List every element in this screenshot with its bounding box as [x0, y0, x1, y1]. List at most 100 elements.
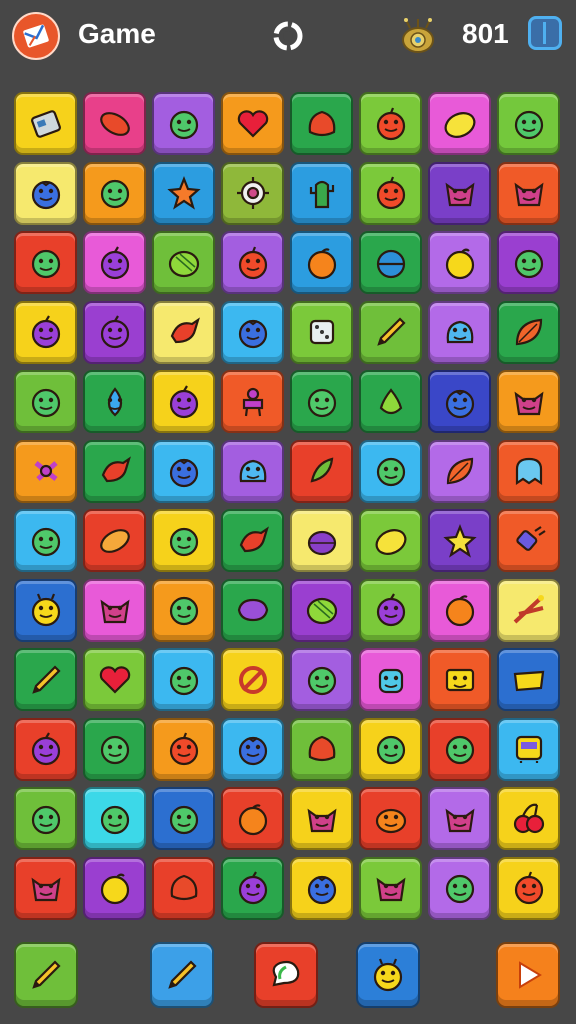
game-tile-r2-c5[interactable]: [359, 231, 422, 294]
game-tile-r9-c4[interactable]: [290, 717, 353, 781]
game-tile-r10-c1[interactable]: [83, 787, 146, 850]
game-tile-r10-c2[interactable]: [152, 787, 215, 850]
game-tile-r0-c1[interactable]: [83, 92, 146, 155]
game-tile-r9-c1[interactable]: [83, 717, 146, 781]
game-tile-r6-c2[interactable]: [152, 509, 215, 572]
game-tile-r11-c5[interactable]: [359, 856, 422, 920]
panel-toggle-button[interactable]: [528, 16, 562, 50]
game-tile-r3-c3[interactable]: [221, 300, 284, 364]
game-tile-r9-c3[interactable]: [221, 717, 284, 781]
game-tile-r4-c3[interactable]: [221, 370, 284, 433]
game-tile-r7-c3[interactable]: [221, 578, 284, 642]
game-tile-r11-c6[interactable]: [428, 856, 491, 920]
game-tile-r5-c1[interactable]: [83, 439, 146, 503]
refresh-icon[interactable]: [268, 16, 308, 56]
hint-button[interactable]: [356, 942, 420, 1008]
game-tile-r5-c2[interactable]: [152, 439, 215, 503]
game-tile-r1-c7[interactable]: [497, 161, 560, 225]
game-tile-r6-c0[interactable]: [14, 509, 77, 572]
game-tile-r6-c7[interactable]: [497, 509, 560, 572]
game-tile-r0-c2[interactable]: [152, 92, 215, 155]
game-tile-r10-c7[interactable]: [497, 787, 560, 850]
game-tile-r3-c1[interactable]: [83, 300, 146, 364]
game-tile-r2-c4[interactable]: [290, 231, 353, 294]
game-tile-r8-c1[interactable]: [83, 648, 146, 711]
game-tile-r5-c6[interactable]: [428, 439, 491, 503]
game-tile-r6-c1[interactable]: [83, 509, 146, 572]
game-tile-r0-c7[interactable]: [497, 92, 560, 155]
game-tile-r8-c7[interactable]: [497, 648, 560, 711]
game-tile-r0-c3[interactable]: [221, 92, 284, 155]
game-tile-r1-c1[interactable]: [83, 161, 146, 225]
game-tile-r9-c7[interactable]: [497, 717, 560, 781]
game-tile-r10-c6[interactable]: [428, 787, 491, 850]
game-tile-r5-c0[interactable]: [14, 439, 77, 503]
game-tile-r0-c0[interactable]: [14, 92, 77, 155]
game-tile-r3-c6[interactable]: [428, 300, 491, 364]
game-tile-r3-c5[interactable]: [359, 300, 422, 364]
game-tile-r6-c5[interactable]: [359, 509, 422, 572]
game-tile-r4-c2[interactable]: [152, 370, 215, 433]
game-tile-r4-c0[interactable]: [14, 370, 77, 433]
game-tile-r9-c5[interactable]: [359, 717, 422, 781]
game-tile-r2-c2[interactable]: [152, 231, 215, 294]
game-tile-r11-c4[interactable]: [290, 856, 353, 920]
chat-button[interactable]: [254, 942, 318, 1008]
game-tile-r8-c5[interactable]: [359, 648, 422, 711]
game-tile-r8-c2[interactable]: [152, 648, 215, 711]
game-tile-r3-c2[interactable]: [152, 300, 215, 364]
game-tile-r5-c5[interactable]: [359, 439, 422, 503]
game-tile-r3-c4[interactable]: [290, 300, 353, 364]
game-tile-r3-c0[interactable]: [14, 300, 77, 364]
game-tile-r1-c6[interactable]: [428, 161, 491, 225]
game-tile-r10-c4[interactable]: [290, 787, 353, 850]
game-tile-r1-c5[interactable]: [359, 161, 422, 225]
game-tile-r0-c6[interactable]: [428, 92, 491, 155]
game-tile-r8-c4[interactable]: [290, 648, 353, 711]
game-tile-r1-c0[interactable]: [14, 161, 77, 225]
game-tile-r7-c6[interactable]: [428, 578, 491, 642]
game-tile-r9-c0[interactable]: [14, 717, 77, 781]
pencil-button[interactable]: [14, 942, 78, 1008]
game-tile-r2-c1[interactable]: [83, 231, 146, 294]
game-tile-r6-c4[interactable]: [290, 509, 353, 572]
game-tile-r5-c4[interactable]: [290, 439, 353, 503]
game-tile-r2-c7[interactable]: [497, 231, 560, 294]
game-tile-r11-c0[interactable]: [14, 856, 77, 920]
game-tile-r1-c4[interactable]: [290, 161, 353, 225]
game-tile-r4-c6[interactable]: [428, 370, 491, 433]
game-tile-r7-c7[interactable]: [497, 578, 560, 642]
game-tile-r6-c3[interactable]: [221, 509, 284, 572]
game-tile-r0-c5[interactable]: [359, 92, 422, 155]
game-tile-r8-c0[interactable]: [14, 648, 77, 711]
game-tile-r3-c7[interactable]: [497, 300, 560, 364]
game-tile-r7-c0[interactable]: [14, 578, 77, 642]
game-tile-r7-c5[interactable]: [359, 578, 422, 642]
game-tile-r0-c4[interactable]: [290, 92, 353, 155]
game-tile-r4-c4[interactable]: [290, 370, 353, 433]
game-tile-r5-c3[interactable]: [221, 439, 284, 503]
game-tile-r9-c2[interactable]: [152, 717, 215, 781]
game-tile-r4-c5[interactable]: [359, 370, 422, 433]
game-tile-r8-c3[interactable]: [221, 648, 284, 711]
app-logo-icon[interactable]: [12, 12, 60, 60]
play-button[interactable]: [496, 942, 560, 1008]
game-tile-r8-c6[interactable]: [428, 648, 491, 711]
game-tile-r2-c3[interactable]: [221, 231, 284, 294]
game-tile-r10-c5[interactable]: [359, 787, 422, 850]
game-tile-r2-c6[interactable]: [428, 231, 491, 294]
game-tile-r10-c3[interactable]: [221, 787, 284, 850]
game-tile-r1-c2[interactable]: [152, 161, 215, 225]
game-tile-r10-c0[interactable]: [14, 787, 77, 850]
game-tile-r11-c2[interactable]: [152, 856, 215, 920]
game-tile-r4-c7[interactable]: [497, 370, 560, 433]
game-tile-r2-c0[interactable]: [14, 231, 77, 294]
draw-button[interactable]: [150, 942, 214, 1008]
game-tile-r11-c1[interactable]: [83, 856, 146, 920]
game-tile-r11-c7[interactable]: [497, 856, 560, 920]
game-tile-r7-c1[interactable]: [83, 578, 146, 642]
game-tile-r7-c2[interactable]: [152, 578, 215, 642]
game-tile-r6-c6[interactable]: [428, 509, 491, 572]
game-tile-r1-c3[interactable]: [221, 161, 284, 225]
game-tile-r11-c3[interactable]: [221, 856, 284, 920]
